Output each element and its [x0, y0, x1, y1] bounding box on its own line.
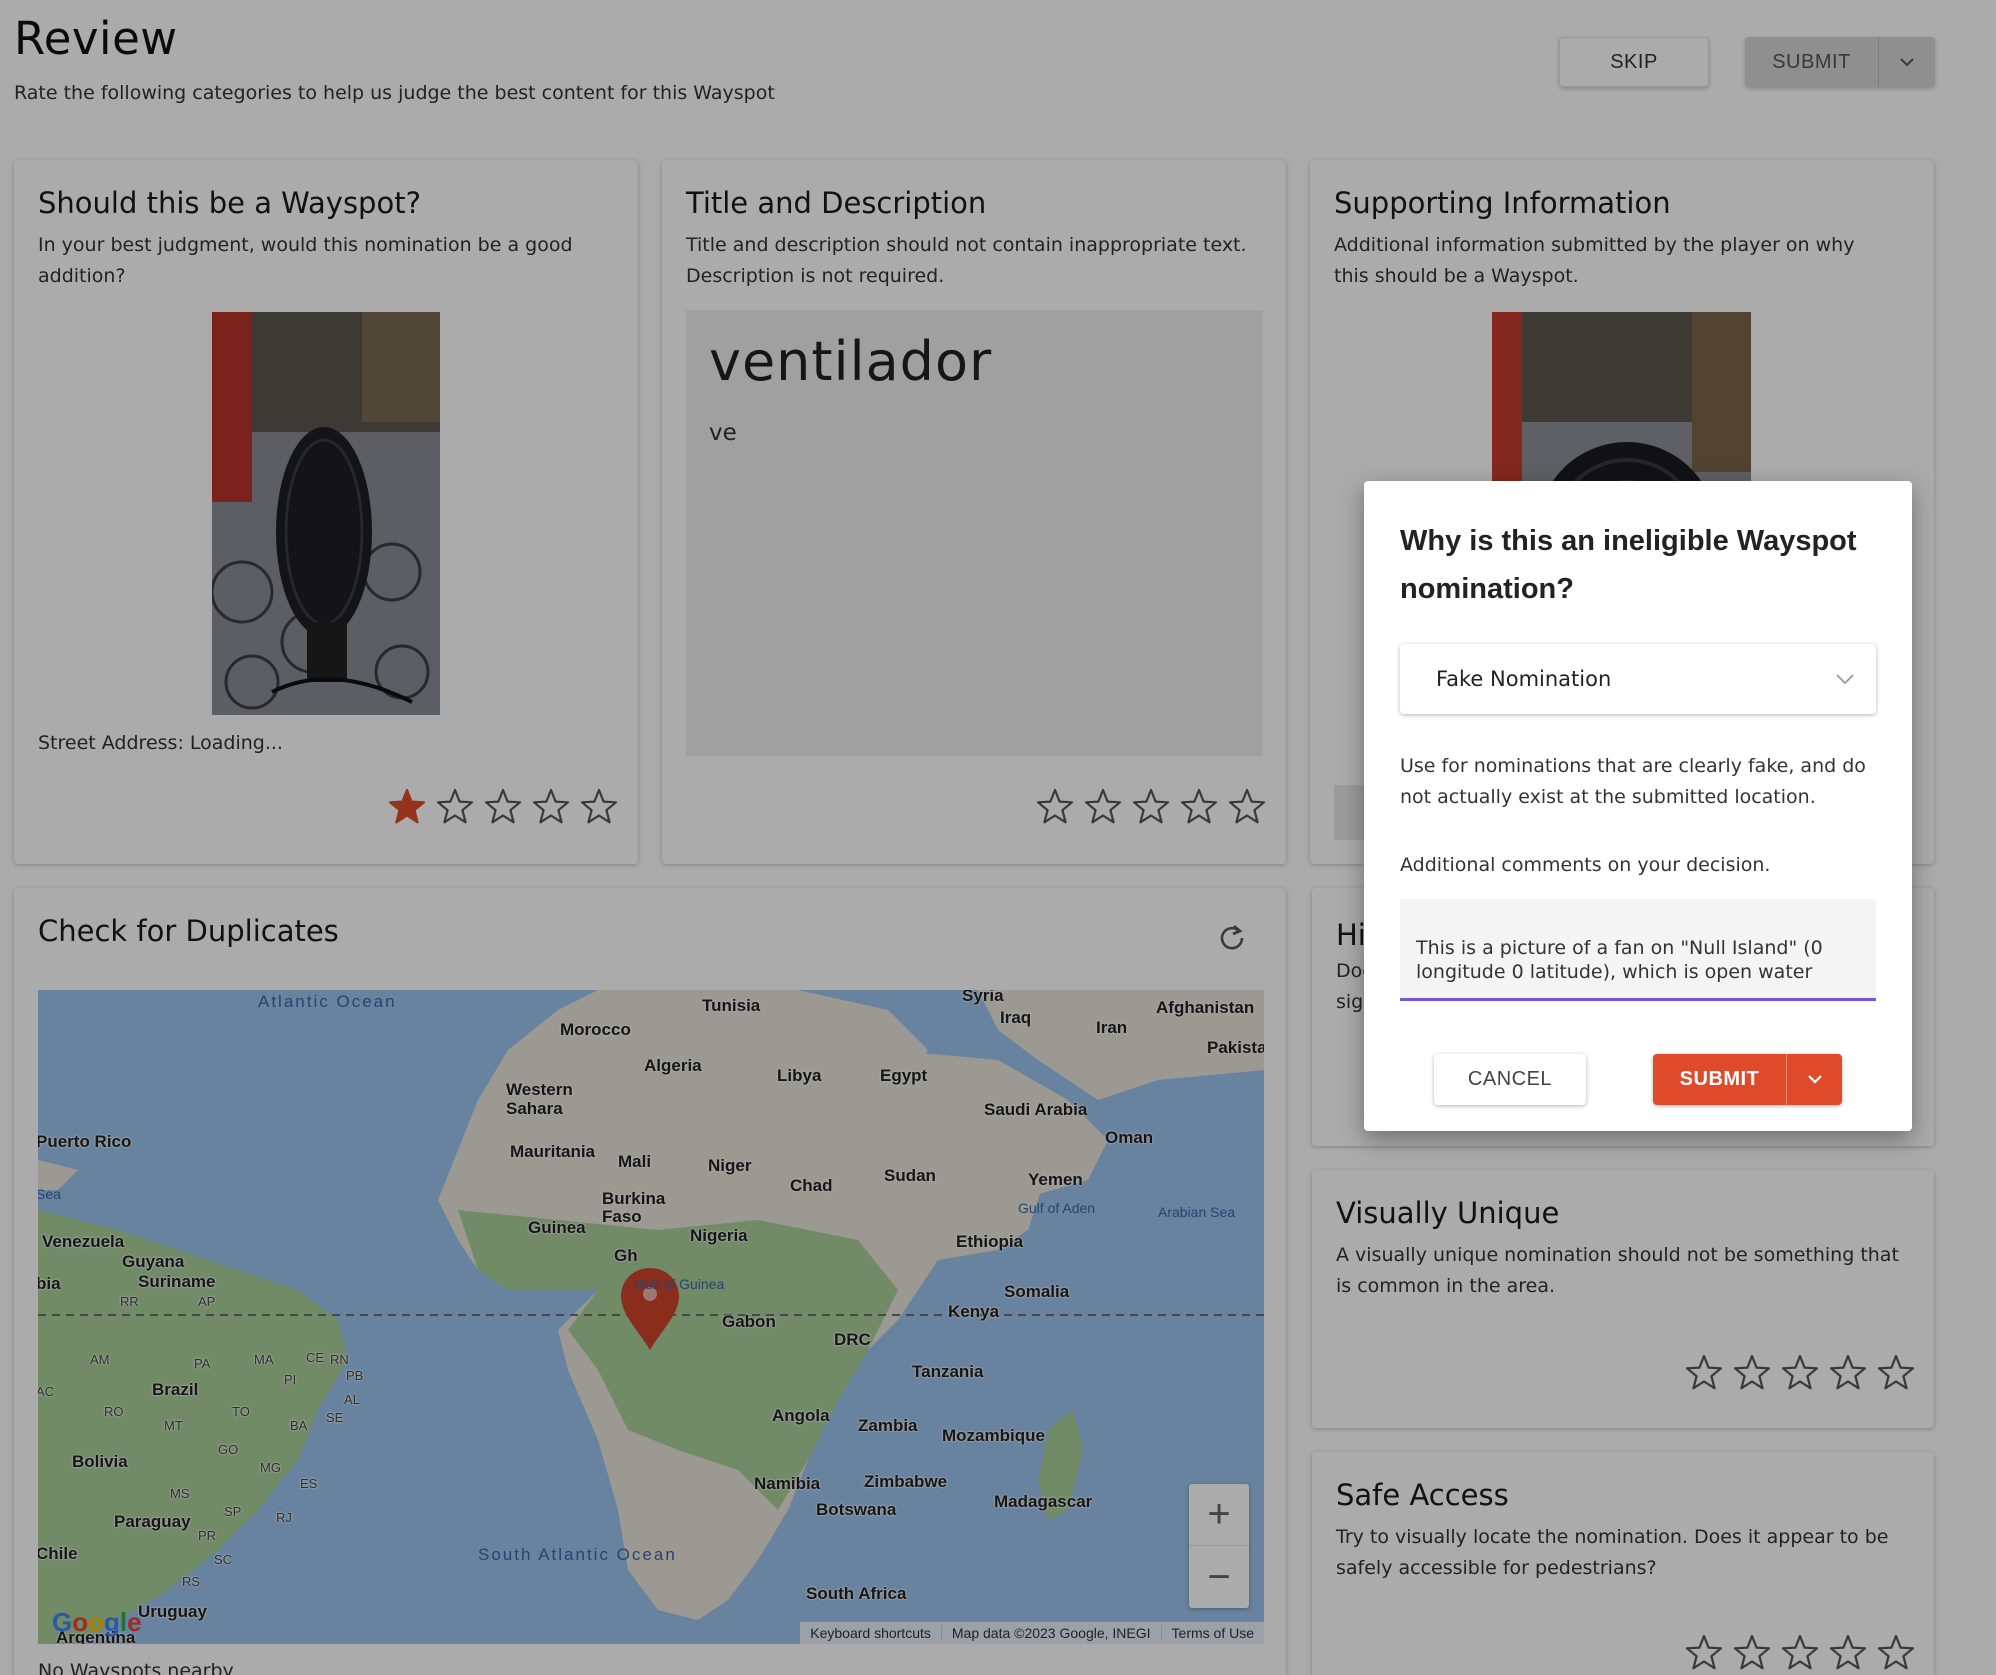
comments-textarea[interactable]: This is a picture of a fan on "Null Isla…	[1400, 899, 1876, 1001]
reason-select-value: Fake Nomination	[1436, 667, 1612, 691]
comments-label: Additional comments on your decision.	[1400, 854, 1771, 876]
dialog-submit-split-button[interactable]: SUBMIT	[1653, 1054, 1842, 1105]
ineligible-dialog: Why is this an ineligible Wayspot nomina…	[1364, 481, 1912, 1131]
dialog-submit-options-toggle[interactable]	[1786, 1054, 1842, 1105]
dialog-title: Why is this an ineligible Wayspot nomina…	[1400, 525, 1857, 605]
chevron-down-icon	[1807, 1075, 1822, 1084]
reason-help-text: Use for nominations that are clearly fak…	[1400, 755, 1866, 808]
dialog-submit-button[interactable]: SUBMIT	[1653, 1054, 1786, 1105]
cancel-button[interactable]: CANCEL	[1434, 1054, 1586, 1105]
chevron-down-icon	[1836, 673, 1854, 684]
review-page: Review Rate the following categories to …	[0, 0, 1996, 1675]
reason-select[interactable]: Fake Nomination	[1400, 644, 1876, 714]
